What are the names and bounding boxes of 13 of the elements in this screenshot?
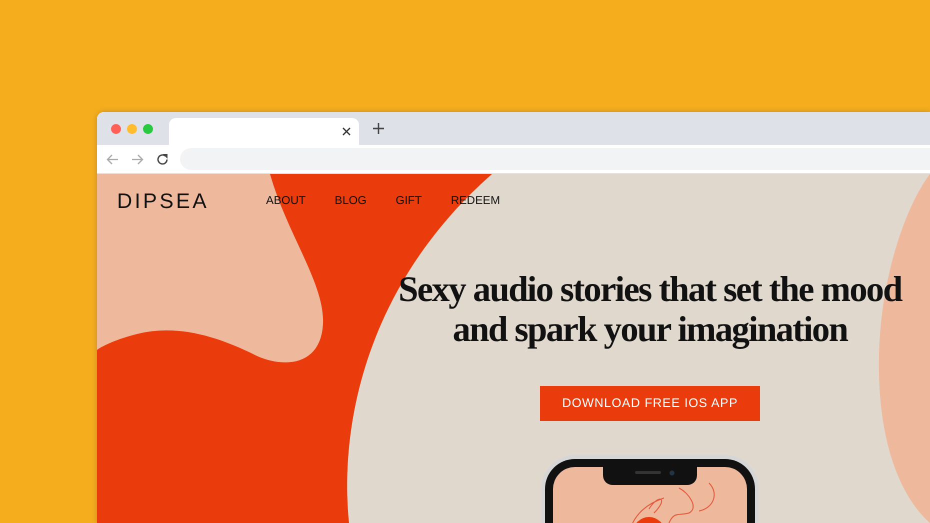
nav-link[interactable]: BLOG (334, 193, 367, 211)
back-arrow-icon[interactable] (106, 154, 119, 164)
headline: Sexy audio stories that set the mood and spark your imagination (397, 269, 904, 349)
reload-icon[interactable] (156, 152, 169, 166)
close-window-icon[interactable] (111, 124, 121, 134)
close-icon[interactable] (342, 127, 351, 136)
forward-arrow-icon[interactable] (131, 154, 144, 164)
logo[interactable]: DIPSEA (117, 186, 210, 218)
nav-link[interactable]: GIFT (396, 193, 422, 211)
minimize-window-icon[interactable] (127, 124, 137, 134)
plus-icon[interactable] (373, 123, 384, 134)
maximize-window-icon[interactable] (143, 124, 153, 134)
download-button[interactable]: DOWNLOAD FREE IOS APP (540, 386, 760, 421)
